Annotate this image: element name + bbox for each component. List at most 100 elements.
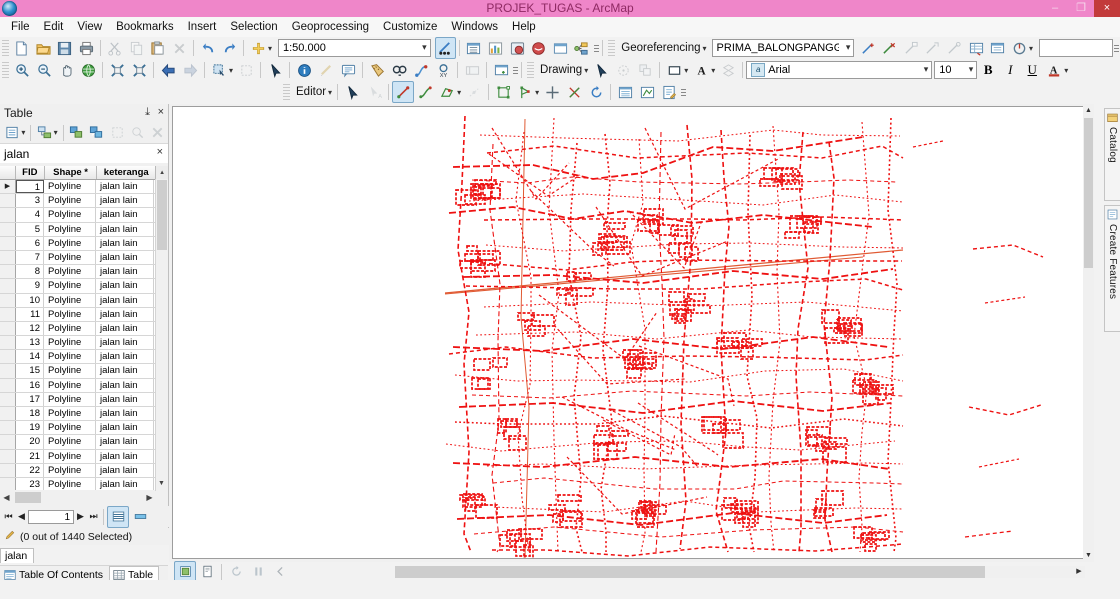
table-cell-sel[interactable] xyxy=(0,336,16,349)
redo-icon[interactable] xyxy=(219,37,241,59)
table-cell-sel[interactable] xyxy=(0,237,16,250)
scroll-right-icon[interactable]: ▶ xyxy=(1073,566,1085,578)
zoom-to-selected-icon[interactable] xyxy=(127,122,147,144)
toolbar-overflow-icon[interactable] xyxy=(593,40,600,56)
zoom-in-icon[interactable] xyxy=(11,59,33,81)
grid-header-keterangan[interactable]: keteranga xyxy=(97,166,156,179)
table-cell-sel[interactable] xyxy=(0,322,16,335)
close-button[interactable]: × xyxy=(1094,0,1120,17)
table-row[interactable]: 19Polylinejalan lain xyxy=(0,421,168,435)
table-row[interactable]: 5Polylinejalan lain xyxy=(0,223,168,237)
chevron-down-icon[interactable]: ▾ xyxy=(969,64,974,75)
toolbar-grip[interactable] xyxy=(2,40,9,56)
split-tool-icon[interactable] xyxy=(541,81,563,103)
font-size-combo[interactable]: 10 ▾ xyxy=(934,61,977,79)
layer-tab-jalan[interactable]: jalan xyxy=(0,548,34,563)
scroll-up-icon[interactable]: ▲ xyxy=(1083,104,1094,117)
auto-adjust-icon[interactable] xyxy=(944,37,966,59)
new-group-icon[interactable] xyxy=(634,59,656,81)
tools-grip[interactable] xyxy=(2,62,9,78)
table-cell-sel[interactable] xyxy=(0,279,16,292)
add-control-points-icon[interactable] xyxy=(857,37,879,59)
editor-menu[interactable]: Editor xyxy=(292,86,329,98)
select-by-attributes-icon[interactable] xyxy=(67,122,87,144)
georeferencing-overflow-icon[interactable] xyxy=(1113,40,1120,56)
open-icon[interactable] xyxy=(32,37,54,59)
chevron-down-icon[interactable]: ▾ xyxy=(924,64,929,75)
georeferencing-menu[interactable]: Georeferencing xyxy=(617,42,703,54)
paste-icon[interactable] xyxy=(147,37,169,59)
table-row[interactable]: 17Polylinejalan lain xyxy=(0,393,168,407)
menu-view[interactable]: View xyxy=(70,18,109,36)
table-cell-sel[interactable] xyxy=(0,407,16,420)
drawing-select-elements-icon[interactable] xyxy=(590,59,612,81)
forward-extent-icon[interactable] xyxy=(179,59,201,81)
create-features-icon[interactable] xyxy=(658,81,680,103)
table-cell-sel[interactable] xyxy=(0,435,16,448)
edit-vertices-icon[interactable] xyxy=(492,81,514,103)
table-cell-sel[interactable] xyxy=(0,251,16,264)
map-horizontal-scrollbar[interactable]: ▶ xyxy=(395,566,1085,578)
table-cell-sel[interactable] xyxy=(0,364,16,377)
table-row[interactable]: 13Polylinejalan lain xyxy=(0,336,168,350)
table-row[interactable]: 10Polylinejalan lain xyxy=(0,294,168,308)
pan-icon[interactable] xyxy=(55,59,77,81)
table-cell-sel[interactable] xyxy=(0,393,16,406)
table-row[interactable]: 20Polylinejalan lain xyxy=(0,435,168,449)
table-row[interactable]: 23Polylinejalan lain xyxy=(0,478,168,490)
show-selected-records-icon[interactable] xyxy=(129,506,151,528)
table-row[interactable]: 15Polylinejalan lain xyxy=(0,364,168,378)
clear-selection-icon[interactable] xyxy=(107,122,127,144)
table-cell-sel[interactable] xyxy=(0,194,16,207)
map-vertical-scrollbar[interactable]: ▲ ▼ xyxy=(1083,104,1094,562)
measure-icon[interactable] xyxy=(366,59,388,81)
table-options-icon[interactable] xyxy=(2,122,22,144)
straight-segment-icon[interactable] xyxy=(392,81,414,103)
table-row[interactable]: 12Polylinejalan lain xyxy=(0,322,168,336)
menu-selection[interactable]: Selection xyxy=(223,18,284,36)
table-row[interactable]: 14Polylinejalan lain xyxy=(0,350,168,364)
editor-dropdown-icon[interactable]: ▾ xyxy=(328,88,332,97)
link-table-icon[interactable] xyxy=(901,37,923,59)
bold-button[interactable]: B xyxy=(977,59,999,81)
scripting-icon[interactable] xyxy=(506,37,528,59)
time-slider-icon[interactable] xyxy=(461,59,483,81)
table-row[interactable]: 11Polylinejalan lain xyxy=(0,308,168,322)
switch-selection-icon[interactable] xyxy=(87,122,107,144)
new-map-icon[interactable] xyxy=(11,37,33,59)
tab-close-icon[interactable]: × xyxy=(157,146,163,158)
link-table-window-icon[interactable] xyxy=(987,37,1009,59)
drawing-grip[interactable] xyxy=(527,62,534,78)
nudge-icon[interactable] xyxy=(717,59,739,81)
grid-scroll-down-icon[interactable]: ▼ xyxy=(155,477,168,490)
rotation-angle-input[interactable] xyxy=(1039,39,1113,57)
model-builder-icon[interactable] xyxy=(571,37,593,59)
menu-insert[interactable]: Insert xyxy=(181,18,224,36)
zoom-out-icon[interactable] xyxy=(33,59,55,81)
grid-header-fid[interactable]: FID xyxy=(16,166,45,179)
go-to-xy-icon[interactable]: XY xyxy=(432,59,454,81)
save-icon[interactable] xyxy=(54,37,76,59)
georeferencing-dropdown-icon[interactable]: ▾ xyxy=(703,44,707,53)
table-cell-sel[interactable] xyxy=(0,208,16,221)
menu-file[interactable]: File xyxy=(4,18,37,36)
table-cell-sel[interactable] xyxy=(0,294,16,307)
rotate-tool-icon[interactable] xyxy=(585,81,607,103)
print-icon[interactable] xyxy=(76,37,98,59)
map-scale-combo[interactable]: 1:50.000 ▾ xyxy=(278,39,431,57)
grid-scroll-up-icon[interactable] xyxy=(156,166,168,179)
grid-horizontal-scrollbar[interactable]: ◀ ▶ xyxy=(0,491,156,504)
trace-icon[interactable] xyxy=(436,81,458,103)
menu-geoprocessing[interactable]: Geoprocessing xyxy=(285,18,376,36)
menu-customize[interactable]: Customize xyxy=(376,18,444,36)
georeferencing-grip[interactable] xyxy=(608,40,615,56)
delete-link-icon[interactable] xyxy=(879,37,901,59)
table-cell-sel[interactable] xyxy=(0,464,16,477)
georeferencing-table-icon[interactable] xyxy=(965,37,987,59)
table-row[interactable]: 9Polylinejalan lain xyxy=(0,279,168,293)
table-row[interactable]: ▶1Polylinejalan lain xyxy=(0,180,168,194)
undo-icon[interactable] xyxy=(197,37,219,59)
delete-selected-icon[interactable] xyxy=(148,122,168,144)
georeferencing-layer-combo[interactable]: PRIMA_BALONGPANGGANG.JP ▾ xyxy=(712,39,855,57)
current-record-input[interactable]: 1 xyxy=(28,510,74,524)
